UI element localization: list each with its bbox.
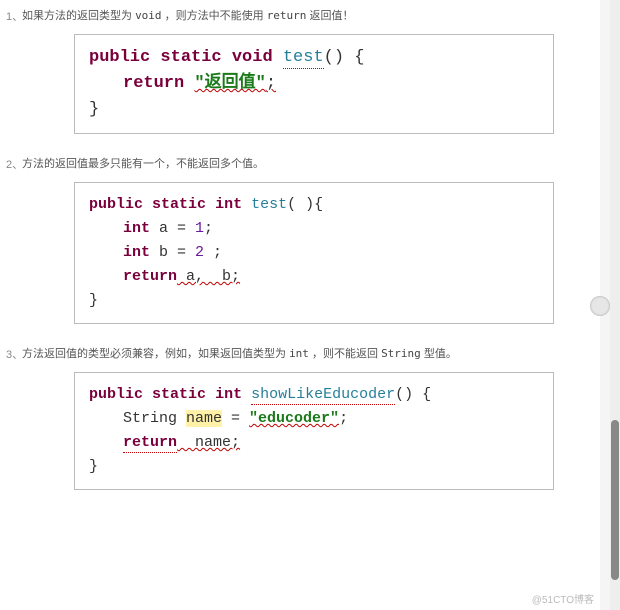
text-segment: 返回值！ [306,10,353,22]
code-text: = [222,410,249,427]
string-literal: "返回值" [194,74,265,93]
code-box: public static void test() { return "返回值"… [74,34,554,134]
document-page: 1、 如果方法的返回类型为 void ，则方法中不能使用 return 返回值！… [0,0,600,610]
number-literal: 2 [195,244,204,261]
code-box: public static int showLikeEducoder() { S… [74,372,554,490]
number-literal: 1 [195,220,204,237]
list-item-1: 1、 如果方法的返回类型为 void ，则方法中不能使用 return 返回值！ [0,4,600,24]
brace-close: } [89,292,98,309]
item-text: 方法返回值的类型必须兼容，例如，如果返回值类型为 int ，则不能返回 Stri… [22,346,457,362]
brace-close: } [89,100,99,119]
keyword-static: static [160,48,221,67]
item-number: 1、 [6,8,22,24]
keyword-public: public [89,196,143,213]
keyword-return: return [123,434,177,453]
code-text: b = [150,244,195,261]
keyword-static: static [152,386,206,403]
code-text: ; [204,244,222,261]
text-segment: 型值。 [421,348,457,360]
code-box: public static int test( ){ int a = 1; in… [74,182,554,324]
item-text: 如果方法的返回类型为 void ，则方法中不能使用 return 返回值！ [22,8,354,24]
string-literal: "educoder" [249,410,339,427]
list-item-3: 3、 方法返回值的类型必须兼容，例如，如果返回值类型为 int ，则不能返回 S… [0,342,600,362]
code-text: () { [324,48,365,67]
keyword-int: int [123,244,150,261]
item-number: 3、 [6,346,22,362]
method-name: test [283,48,324,69]
vertical-scrollbar[interactable] [610,0,620,610]
list-item-2: 2、 方法的返回值最多只能有一个，不能返回多个值。 [0,152,600,172]
keyword-static: static [152,196,206,213]
brace-close: } [89,458,98,475]
watermark-text: @51CTO博客 [532,591,594,606]
keyword-public: public [89,386,143,403]
inline-code: void [135,9,162,22]
keyword-void: void [232,48,273,67]
keyword-return: return [123,74,184,93]
inline-code: int [289,347,309,360]
text-segment: ，则方法中不能使用 [162,10,267,22]
inline-code: String [381,347,421,360]
method-name: showLikeEducoder [251,386,395,405]
method-name: test [251,196,287,213]
keyword-int: int [123,220,150,237]
code-text: a = [150,220,195,237]
keyword-int: int [215,196,242,213]
code-text: name; [177,434,240,451]
text-segment: 方法的返回值最多只能有一个，不能返回多个值。 [22,158,264,170]
code-text: ( ){ [287,196,323,213]
code-block-3: public static int showLikeEducoder() { S… [74,372,554,490]
inline-code: return [267,9,307,22]
side-handle-icon[interactable] [590,296,610,316]
text-segment: ，则不能返回 [309,348,381,360]
keyword-int: int [215,386,242,403]
code-block-1: public static void test() { return "返回值"… [74,34,554,134]
code-text: () { [395,386,431,403]
code-text: ; [204,220,213,237]
type-string: String [123,410,186,427]
code-text: a, b; [177,268,240,285]
keyword-public: public [89,48,150,67]
variable-name: name [186,410,222,427]
item-text: 方法的返回值最多只能有一个，不能返回多个值。 [22,156,264,172]
code-block-2: public static int test( ){ int a = 1; in… [74,182,554,324]
keyword-return: return [123,268,177,285]
text-segment: 如果方法的返回类型为 [22,10,135,22]
scrollbar-thumb[interactable] [611,420,619,580]
code-text: ; [339,410,348,427]
item-number: 2、 [6,156,22,172]
text-segment: 方法返回值的类型必须兼容，例如，如果返回值类型为 [22,348,289,360]
code-text: ; [266,74,276,93]
